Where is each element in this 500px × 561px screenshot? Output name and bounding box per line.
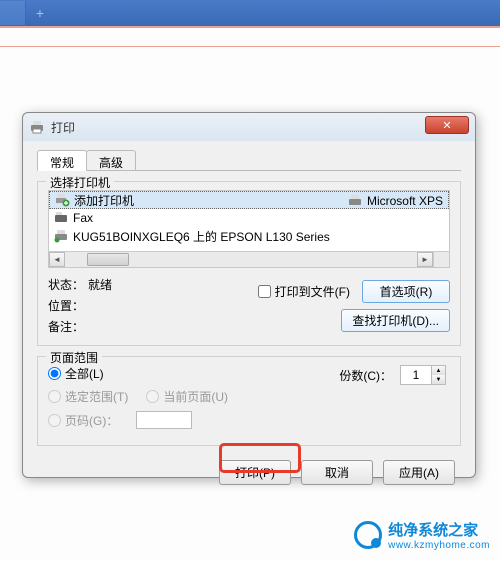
add-printer-icon xyxy=(54,192,70,208)
printer-item-fax[interactable]: Fax xyxy=(49,209,449,227)
watermark: 纯净系统之家 www.kzmyhome.com xyxy=(354,519,490,551)
copies-label: 份数(C)： xyxy=(339,367,392,384)
copies-down-button[interactable]: ▼ xyxy=(432,375,445,384)
scroll-right-button[interactable]: ► xyxy=(417,252,433,267)
range-selection-radio[interactable]: 选定范围(T) xyxy=(48,388,128,405)
scrollbar-corner xyxy=(433,251,449,267)
printer-item-label: 添加打印机 xyxy=(74,192,134,209)
range-selection-label: 选定范围(T) xyxy=(65,388,128,405)
close-button[interactable]: ✕ xyxy=(425,116,469,134)
printer-icon xyxy=(347,193,363,209)
range-selection-input[interactable] xyxy=(48,390,61,403)
range-pages-label: 页码(G)： xyxy=(65,412,118,429)
copies-up-button[interactable]: ▲ xyxy=(432,366,445,375)
dialog-title: 打印 xyxy=(51,119,75,136)
tab-general[interactable]: 常规 xyxy=(37,150,87,171)
find-printer-button[interactable]: 查找打印机(D)... xyxy=(341,309,450,332)
print-to-file-label: 打印到文件(F) xyxy=(275,283,350,300)
printer-item-label: Fax xyxy=(73,211,93,225)
dialog-titlebar[interactable]: 打印 ✕ xyxy=(23,113,475,141)
scrollbar-thumb[interactable] xyxy=(87,253,129,266)
print-to-file-input[interactable] xyxy=(258,285,271,298)
copies-spinner[interactable]: 1 ▲ ▼ xyxy=(400,365,446,385)
page-range-legend: 页面范围 xyxy=(46,349,102,366)
watermark-url: www.kzmyhome.com xyxy=(388,540,490,551)
printer-list[interactable]: 添加打印机 Fax KUG51BOINXGLEQ6 上的 EPSON L130 … xyxy=(48,190,450,268)
range-current-label: 当前页面(U) xyxy=(163,388,228,405)
printer-item-msxps[interactable]: Microsoft XPS xyxy=(347,193,443,209)
range-current-input[interactable] xyxy=(146,390,159,403)
page-range-fieldset: 页面范围 全部(L) 选定范围(T) 当前页面(U) xyxy=(37,356,461,446)
range-current-radio[interactable]: 当前页面(U) xyxy=(146,388,228,405)
select-printer-fieldset: 选择打印机 添加打印机 Fax xyxy=(37,181,461,346)
location-label: 位置： xyxy=(48,297,88,314)
apply-button[interactable]: 应用(A) xyxy=(383,460,455,485)
range-all-label: 全部(L) xyxy=(65,365,104,382)
print-dialog: 打印 ✕ 常规 高级 选择打印机 添加打印机 xyxy=(22,112,476,478)
range-pages-input[interactable] xyxy=(48,414,61,427)
print-to-file-checkbox[interactable]: 打印到文件(F) xyxy=(258,283,350,300)
printer-item-epson[interactable]: KUG51BOINXGLEQ6 上的 EPSON L130 Series xyxy=(49,227,449,245)
network-printer-icon xyxy=(53,228,69,244)
copies-value: 1 xyxy=(401,366,431,384)
watermark-logo-icon xyxy=(354,521,382,549)
status-label: 状态： xyxy=(48,276,88,293)
cancel-button[interactable]: 取消 xyxy=(301,460,373,485)
printer-item-label: Microsoft XPS xyxy=(367,194,443,208)
preferences-button[interactable]: 首选项(R) xyxy=(362,280,450,303)
divider xyxy=(0,46,500,47)
horizontal-scrollbar[interactable]: ◄ ► xyxy=(49,251,433,267)
status-value: 就绪 xyxy=(88,276,258,293)
range-all-input[interactable] xyxy=(48,367,61,380)
scroll-left-button[interactable]: ◄ xyxy=(49,252,65,267)
tab-advanced[interactable]: 高级 xyxy=(86,150,136,171)
new-tab-button[interactable]: + xyxy=(30,3,50,23)
print-button[interactable]: 打印(P) xyxy=(219,460,291,485)
fax-icon xyxy=(53,210,69,226)
browser-tab[interactable] xyxy=(0,1,26,25)
select-printer-legend: 选择打印机 xyxy=(46,174,114,191)
range-all-radio[interactable]: 全部(L) xyxy=(48,365,104,382)
pages-input[interactable] xyxy=(136,411,192,429)
printer-icon xyxy=(29,119,45,135)
comment-label: 备注： xyxy=(48,318,88,335)
watermark-title: 纯净系统之家 xyxy=(388,519,490,540)
printer-item-label: KUG51BOINXGLEQ6 上的 EPSON L130 Series xyxy=(73,228,330,245)
range-pages-radio[interactable]: 页码(G)： xyxy=(48,412,118,429)
tab-bar: 常规 高级 xyxy=(37,149,461,171)
browser-tab-bar: + xyxy=(0,0,500,26)
